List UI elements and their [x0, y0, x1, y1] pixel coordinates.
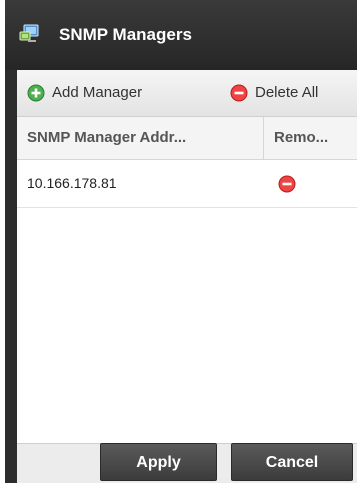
delete-all-button[interactable]: Delete All — [230, 82, 318, 104]
grid-body: 10.166.178.81 — [17, 160, 357, 449]
snmp-managers-dialog: SNMP Managers Add Manager Delete All SNM… — [5, 0, 357, 483]
column-header-address[interactable]: SNMP Manager Addr... — [17, 117, 264, 159]
column-header-remove[interactable]: Remo... — [264, 117, 357, 159]
dialog-title: SNMP Managers — [59, 25, 192, 44]
remove-circle-icon — [230, 84, 248, 102]
remove-circle-icon[interactable] — [278, 175, 296, 193]
delete-all-label: Delete All — [255, 84, 319, 101]
manager-address-cell: 10.166.178.81 — [27, 175, 117, 191]
toolbar: Add Manager Delete All — [17, 70, 357, 117]
network-manager-icon — [19, 24, 39, 42]
dialog-content: Add Manager Delete All SNMP Manager Addr… — [17, 70, 357, 449]
dialog-titlebar[interactable]: SNMP Managers — [5, 0, 357, 70]
add-manager-button[interactable]: Add Manager — [27, 82, 142, 104]
table-row[interactable]: 10.166.178.81 — [17, 160, 357, 208]
grid-header: SNMP Manager Addr... Remo... — [17, 117, 357, 160]
add-manager-label: Add Manager — [52, 84, 143, 101]
cancel-button[interactable]: Cancel — [231, 443, 353, 481]
add-circle-icon — [27, 84, 45, 102]
dialog-footer: Apply Cancel — [5, 443, 357, 483]
apply-button[interactable]: Apply — [100, 443, 217, 481]
